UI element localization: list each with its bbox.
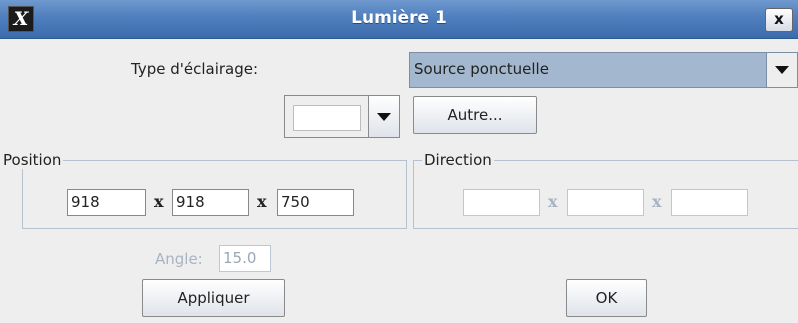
- color-swatch: [293, 105, 361, 131]
- color-dropdown-arrow[interactable]: [368, 96, 399, 137]
- angle-field[interactable]: 15.0: [219, 245, 271, 272]
- other-color-button[interactable]: Autre...: [413, 96, 537, 134]
- direction-separator-1: x: [548, 192, 558, 211]
- position-separator-2: x: [257, 192, 267, 211]
- chevron-down-icon: [775, 66, 789, 74]
- position-x-field[interactable]: 918: [67, 189, 146, 216]
- lighting-type-select[interactable]: Source ponctuelle: [409, 52, 798, 88]
- position-y-field[interactable]: 918: [172, 189, 249, 216]
- position-z-field[interactable]: 750: [277, 189, 354, 216]
- close-button[interactable]: x: [765, 8, 793, 32]
- title-bar[interactable]: X Lumière 1 x: [0, 0, 798, 39]
- direction-y-field[interactable]: [567, 189, 644, 216]
- direction-group-title: Direction: [422, 151, 494, 169]
- light-dialog: X Lumière 1 x Type d'éclairage: Source p…: [0, 0, 798, 323]
- lighting-type-label: Type d'éclairage:: [131, 60, 259, 78]
- position-separator-1: x: [154, 192, 164, 211]
- position-group-title: Position: [1, 151, 64, 169]
- direction-separator-2: x: [652, 192, 662, 211]
- direction-z-field[interactable]: [671, 189, 748, 216]
- ok-button[interactable]: OK: [566, 279, 647, 317]
- color-select[interactable]: [284, 95, 400, 138]
- chevron-down-icon: [377, 112, 391, 121]
- angle-label: Angle:: [155, 250, 203, 268]
- direction-x-field[interactable]: [463, 189, 540, 216]
- lighting-type-dropdown-arrow[interactable]: [766, 53, 797, 87]
- window-title: Lumière 1: [351, 8, 447, 28]
- apply-button[interactable]: Appliquer: [142, 279, 285, 317]
- lighting-type-value: Source ponctuelle: [414, 60, 549, 78]
